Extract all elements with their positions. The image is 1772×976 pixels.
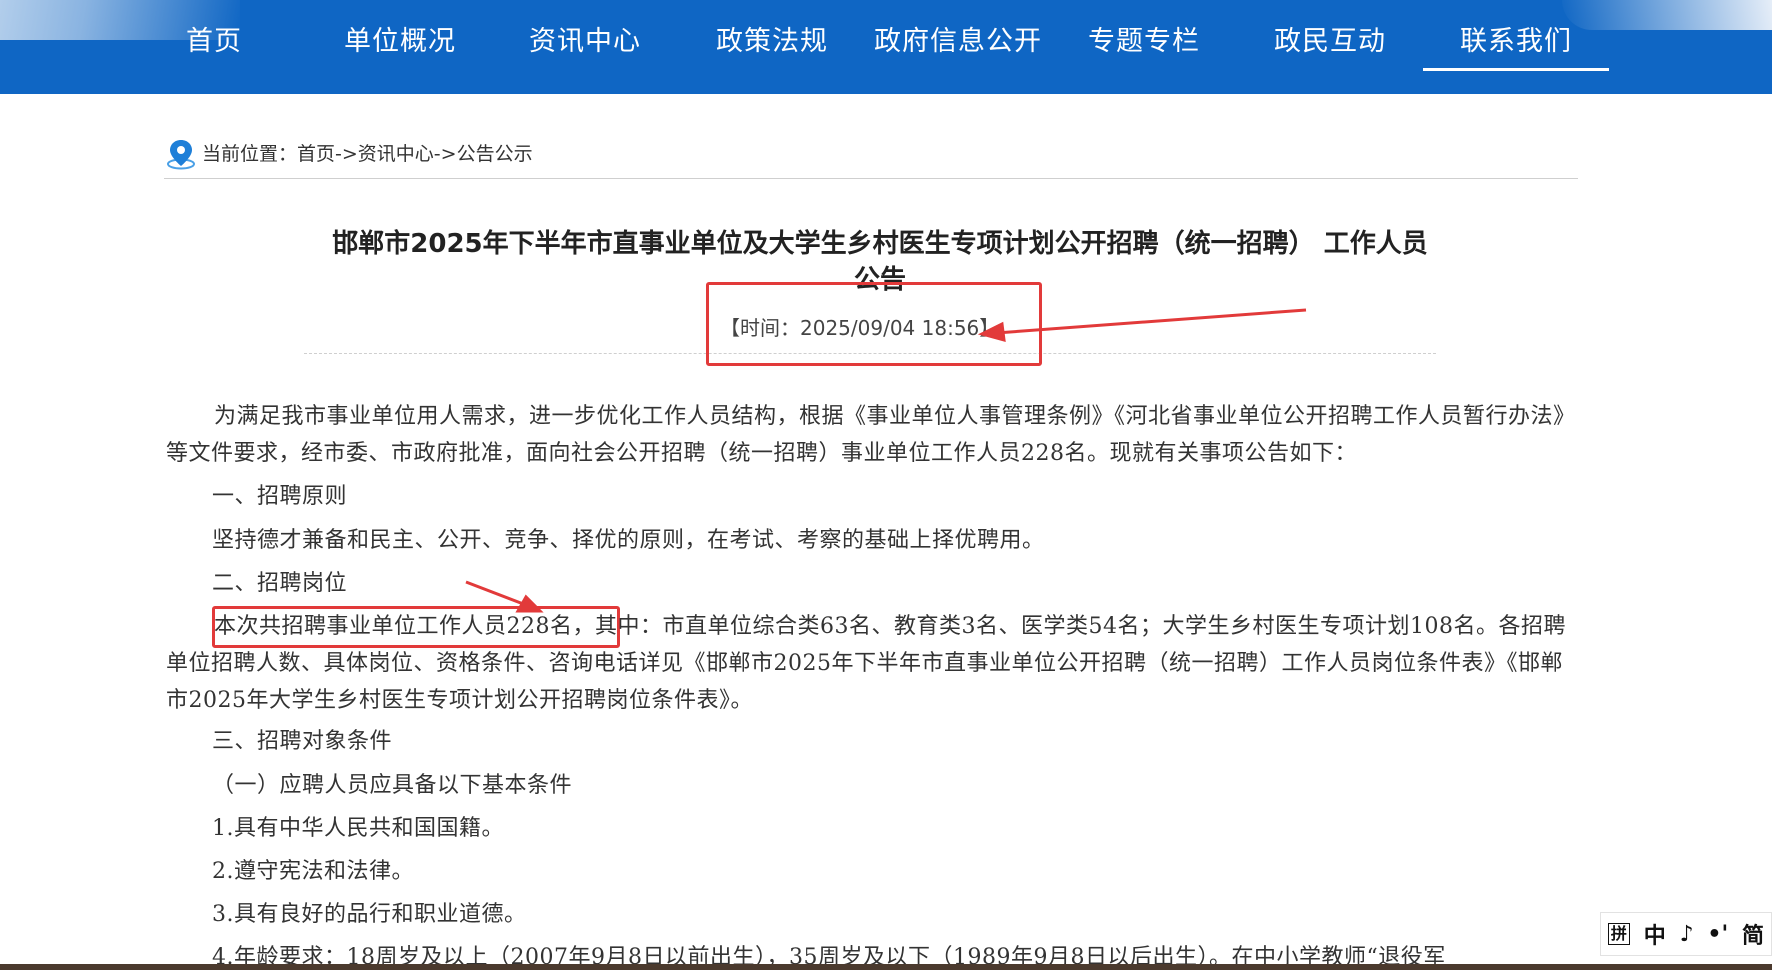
nav-item-contact[interactable]: 联系我们 bbox=[1423, 20, 1609, 71]
article-heading-eligibility: 三、招聘对象条件 bbox=[212, 729, 393, 754]
breadcrumb-divider bbox=[164, 178, 1578, 179]
ime-language-toggle[interactable]: 中 bbox=[1644, 918, 1666, 950]
taskbar-edge bbox=[0, 964, 1772, 970]
nav-item-interaction[interactable]: 政民互动 bbox=[1260, 20, 1400, 64]
breadcrumb-path[interactable]: 首页->资讯中心->公告公示 bbox=[297, 138, 533, 170]
location-pin-icon bbox=[167, 140, 195, 170]
nav-item-gov-info[interactable]: 政府信息公开 bbox=[870, 20, 1046, 64]
ime-toolbar[interactable]: 拼 中 ♪ •ꞌ 简 bbox=[1600, 912, 1772, 956]
ime-simplified-toggle[interactable]: 简 bbox=[1742, 918, 1764, 950]
nav-item-home[interactable]: 首页 bbox=[166, 20, 262, 64]
ime-halfwidth-icon[interactable]: ♪ bbox=[1680, 922, 1694, 947]
article-title-line1: 邯郸市2025年下半年市直事业单位及大学生乡村医生专项计划公开招聘（统一招聘） … bbox=[332, 229, 1428, 259]
annotation-arrow-time bbox=[995, 308, 1307, 335]
article-paragraph-principles: 坚持德才兼备和民主、公开、竞争、择优的原则，在考试、考察的基础上择优聘用。 bbox=[212, 528, 1045, 553]
top-navigation-bar: 首页 单位概况 资讯中心 政策法规 政府信息公开 专题专栏 政民互动 联系我们 bbox=[0, 0, 1772, 94]
article-paragraph-intro: 为满足我市事业单位用人需求，进一步优化工作人员结构，根据《事业单位人事管理条例》… bbox=[166, 404, 1576, 466]
article-subheading-basic: （一）应聘人员应具备以下基本条件 bbox=[212, 773, 573, 798]
nav-item-news[interactable]: 资讯中心 bbox=[515, 20, 655, 64]
annotation-box-time bbox=[706, 282, 1042, 366]
breadcrumb-label: 当前位置： bbox=[202, 143, 298, 165]
breadcrumb: 当前位置： 首页->资讯中心->公告公示 bbox=[166, 138, 533, 170]
nav-item-topics[interactable]: 专题专栏 bbox=[1074, 20, 1214, 64]
nav-item-policy[interactable]: 政策法规 bbox=[702, 20, 842, 64]
article-heading-principles: 一、招聘原则 bbox=[212, 484, 348, 509]
article-item-age: 4.年龄要求：18周岁及以上（2007年9月8日以前出生），35周岁及以下（19… bbox=[212, 945, 1446, 970]
ime-pinyin-icon[interactable]: 拼 bbox=[1607, 923, 1630, 945]
ime-punctuation-icon[interactable]: •ꞌ bbox=[1707, 922, 1728, 947]
nav-item-overview[interactable]: 单位概况 bbox=[330, 20, 470, 64]
article-item-law: 2.遵守宪法和法律。 bbox=[212, 859, 414, 884]
article-paragraph-positions: 本次共招聘事业单位工作人员228名，其中：市直单位综合类63名、教育类3名、医学… bbox=[166, 614, 1566, 713]
article-item-nationality: 1.具有中华人民共和国国籍。 bbox=[212, 816, 504, 841]
article-item-ethics: 3.具有良好的品行和职业道德。 bbox=[212, 902, 527, 927]
article-heading-positions: 二、招聘岗位 bbox=[212, 571, 348, 596]
